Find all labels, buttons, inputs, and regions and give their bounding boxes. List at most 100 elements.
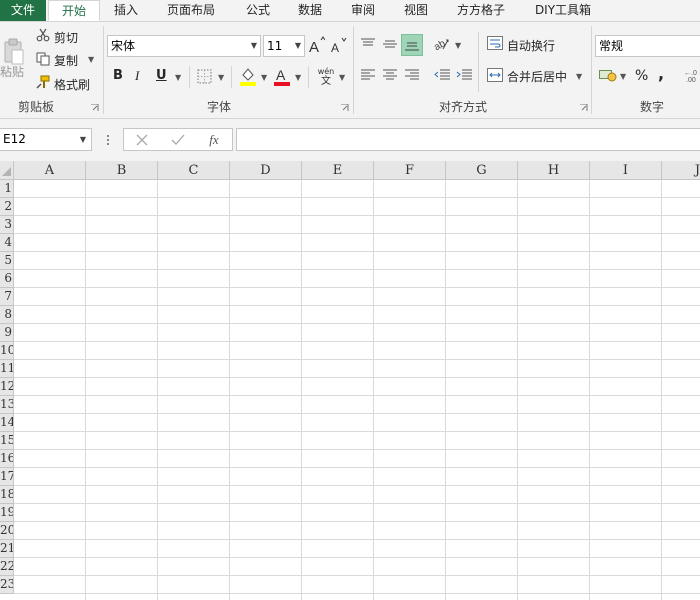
cell-area[interactable] (14, 180, 700, 600)
row-header[interactable]: 20 (0, 522, 14, 540)
merge-center-button[interactable]: 合并后居中 (507, 68, 567, 85)
formula-input[interactable] (236, 128, 700, 151)
align-top-icon[interactable] (359, 34, 377, 54)
tab-ffgz[interactable]: 方方格子 (450, 0, 512, 21)
select-all-corner[interactable] (0, 161, 14, 180)
row-header[interactable]: 14 (0, 414, 14, 432)
copy-button[interactable]: 复制 (54, 52, 78, 69)
tab-file[interactable]: 文件 (0, 0, 46, 21)
row-header[interactable]: 2 (0, 198, 14, 216)
row-header[interactable]: 9 (0, 324, 14, 342)
row-header[interactable]: 15 (0, 432, 14, 450)
row-header[interactable]: 17 (0, 468, 14, 486)
align-bottom-icon[interactable] (401, 34, 423, 56)
merge-dropdown-icon[interactable]: ▼ (576, 72, 582, 81)
row-header[interactable]: 4 (0, 234, 14, 252)
number-format-select[interactable]: 常规 (595, 35, 700, 57)
insert-function-icon[interactable]: fx (204, 131, 224, 149)
svg-text:A: A (276, 67, 286, 83)
column-header[interactable]: C (158, 161, 230, 180)
tab-formulas[interactable]: 公式 (238, 0, 278, 21)
decrease-font-size-icon[interactable]: A (331, 36, 347, 54)
italic-button[interactable]: I (135, 68, 139, 84)
row-header[interactable]: 7 (0, 288, 14, 306)
group-separator (353, 26, 354, 114)
row-header[interactable]: 10 (0, 342, 14, 360)
phonetic-guide-button[interactable]: wén 文 (316, 65, 336, 89)
row-header[interactable]: 21 (0, 540, 14, 558)
row-header[interactable]: 3 (0, 216, 14, 234)
font-name-select[interactable]: 宋体 ▼ (107, 35, 261, 57)
cut-button[interactable]: 剪切 (54, 29, 78, 46)
column-header[interactable]: E (302, 161, 374, 180)
column-header[interactable]: F (374, 161, 446, 180)
bold-button[interactable]: B (113, 68, 123, 83)
row-header[interactable]: 12 (0, 378, 14, 396)
copy-icon (36, 52, 50, 66)
orientation-icon[interactable]: ab (433, 34, 451, 54)
align-center-icon[interactable] (381, 66, 399, 84)
format-painter-button[interactable]: 格式刷 (54, 76, 90, 93)
paste-label: 粘贴 (0, 65, 25, 79)
accounting-format-icon[interactable] (598, 67, 618, 83)
column-header[interactable]: A (14, 161, 86, 180)
comma-style-button[interactable]: , (658, 64, 664, 83)
column-header[interactable]: I (590, 161, 662, 180)
font-size-select[interactable]: 11 ▼ (263, 35, 305, 57)
fill-color-dropdown-icon[interactable]: ▼ (261, 73, 267, 82)
column-header[interactable]: D (230, 161, 302, 180)
font-launcher-icon[interactable] (341, 104, 349, 112)
column-header[interactable]: G (446, 161, 518, 180)
align-right-icon[interactable] (403, 66, 421, 84)
phonetic-char: 文 (321, 76, 331, 87)
column-header[interactable]: H (518, 161, 590, 180)
decrease-indent-icon[interactable] (433, 66, 451, 84)
underline-dropdown-icon[interactable]: ▼ (175, 73, 181, 82)
row-header[interactable]: 16 (0, 450, 14, 468)
orientation-dropdown-icon[interactable]: ▼ (455, 41, 461, 50)
name-box[interactable]: E12 ▼ (0, 128, 92, 151)
underline-button[interactable]: U (156, 68, 167, 83)
row-header[interactable]: 19 (0, 504, 14, 522)
row-header[interactable]: 5 (0, 252, 14, 270)
enter-icon[interactable] (170, 132, 186, 148)
wrap-text-button[interactable]: 自动换行 (507, 37, 555, 54)
cancel-icon[interactable] (134, 132, 150, 148)
font-color-dropdown-icon[interactable]: ▼ (295, 73, 301, 82)
increase-indent-icon[interactable] (455, 66, 473, 84)
tab-data[interactable]: 数据 (290, 0, 330, 21)
row-header[interactable]: 18 (0, 486, 14, 504)
row-header[interactable]: 23 (0, 576, 14, 594)
row-header[interactable]: 1 (0, 180, 14, 198)
more-options-icon[interactable] (104, 131, 112, 149)
row-header[interactable]: 11 (0, 360, 14, 378)
borders-dropdown-icon[interactable]: ▼ (218, 73, 224, 82)
alignment-launcher-icon[interactable] (580, 104, 588, 112)
borders-icon[interactable] (196, 68, 212, 84)
row-header[interactable]: 13 (0, 396, 14, 414)
copy-dropdown-icon[interactable]: ▼ (88, 55, 94, 64)
svg-text:A: A (331, 41, 339, 54)
align-middle-icon[interactable] (381, 34, 399, 54)
align-left-icon[interactable] (359, 66, 377, 84)
row-header[interactable]: 8 (0, 306, 14, 324)
tab-diy-toolbox[interactable]: DIY工具箱 (530, 0, 596, 21)
phonetic-dropdown-icon[interactable]: ▼ (339, 73, 345, 82)
fill-color-icon[interactable] (239, 66, 257, 86)
tab-review[interactable]: 审阅 (343, 0, 383, 21)
tab-page-layout[interactable]: 页面布局 (160, 0, 222, 21)
column-header[interactable]: J (662, 161, 700, 180)
increase-decimal-icon[interactable]: ←.0.00 (682, 66, 700, 84)
column-header[interactable]: B (86, 161, 158, 180)
row-header[interactable]: 6 (0, 270, 14, 288)
row-header[interactable]: 22 (0, 558, 14, 576)
tab-insert[interactable]: 插入 (104, 0, 148, 21)
clipboard-launcher-icon[interactable] (91, 104, 99, 112)
alignment-group-label: 对齐方式 (439, 100, 488, 114)
percent-style-button[interactable]: % (635, 68, 648, 84)
increase-font-size-icon[interactable]: A (309, 36, 325, 54)
tab-home[interactable]: 开始 (48, 0, 100, 21)
tab-view[interactable]: 视图 (396, 0, 436, 21)
font-color-icon[interactable]: A (273, 66, 291, 86)
accounting-dropdown-icon[interactable]: ▼ (620, 72, 626, 81)
